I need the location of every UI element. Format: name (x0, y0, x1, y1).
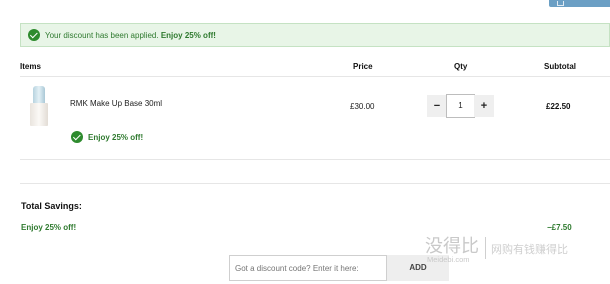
column-header-subtotal: Subtotal (544, 62, 576, 71)
watermark-slogan: 网购有钱赚得比 (491, 243, 568, 256)
total-savings-title: Total Savings: (21, 201, 82, 211)
row-divider (20, 159, 610, 160)
alert-message: Your discount has been applied. Enjoy 25… (45, 31, 216, 40)
check-circle-icon (28, 29, 40, 41)
product-price: £30.00 (350, 102, 375, 111)
check-circle-icon (71, 131, 83, 143)
column-header-price: Price (353, 62, 373, 71)
product-name[interactable]: RMK Make Up Base 30ml (70, 99, 162, 108)
product-subtotal: £22.50 (546, 102, 571, 111)
watermark-separator (485, 237, 486, 259)
header-divider (20, 76, 610, 77)
top-header-button[interactable] (549, 0, 610, 7)
discount-code-input[interactable] (229, 255, 387, 281)
watermark: 没得比 Meidebi.com 网购有钱赚得比 (425, 232, 610, 284)
watermark-url: Meidebi.com (427, 255, 470, 264)
totals-divider (20, 183, 610, 184)
bottle-body (30, 103, 48, 126)
qty-input[interactable]: 1 (446, 94, 475, 118)
column-header-qty: Qty (454, 62, 468, 71)
discount-applied-alert: Your discount has been applied. Enjoy 25… (20, 23, 610, 47)
qty-decrease-button[interactable]: − (427, 95, 447, 117)
product-image[interactable] (28, 86, 50, 126)
savings-promo-label: Enjoy 25% off! (21, 223, 77, 232)
alert-message-text: Your discount has been applied. (45, 31, 159, 40)
alert-highlight: Enjoy 25% off! (160, 31, 216, 40)
column-header-items: Items (20, 62, 41, 71)
row-promo-text: Enjoy 25% off! (88, 133, 144, 142)
qty-increase-button[interactable]: + (474, 95, 494, 117)
savings-amount: −£7.50 (547, 223, 572, 232)
bottle-cap (33, 86, 45, 104)
